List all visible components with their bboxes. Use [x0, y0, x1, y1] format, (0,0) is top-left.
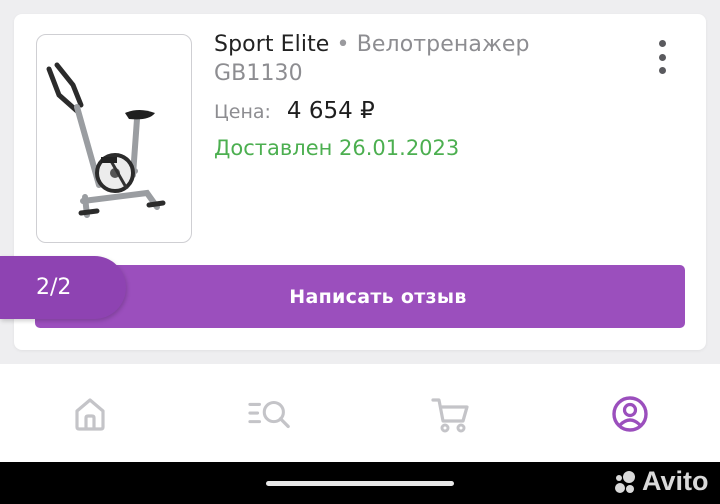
price-value: 4 654 ₽	[286, 98, 375, 124]
page-indicator: 2/2	[0, 256, 126, 319]
nav-home[interactable]	[68, 392, 112, 436]
delivery-status: Доставлен 26.01.2023	[214, 136, 460, 160]
cart-icon	[431, 398, 469, 433]
avito-logo-icon	[615, 470, 635, 493]
product-name-line2: GB1130	[214, 61, 303, 86]
price-row: Цена: 4 654 ₽	[214, 98, 375, 124]
home-gesture-handle[interactable]	[266, 481, 454, 486]
watermark-text: Avito	[642, 466, 709, 496]
nav-cart[interactable]	[428, 392, 472, 436]
exercise-bike-image	[46, 62, 166, 218]
profile-icon	[612, 396, 648, 432]
product-image[interactable]	[36, 34, 192, 243]
nav-search-catalog[interactable]	[248, 392, 292, 436]
avito-watermark: Avito	[612, 466, 709, 497]
bottom-navigation	[0, 364, 720, 462]
price-label: Цена:	[214, 101, 271, 123]
title-separator: •	[336, 32, 350, 57]
write-review-button[interactable]: Написать отзыв	[35, 265, 685, 328]
kebab-menu-icon[interactable]	[654, 40, 670, 74]
product-title[interactable]: Sport Elite • Велотренажер GB1130	[214, 30, 634, 88]
search-catalog-icon	[248, 400, 290, 429]
product-name-line1: Велотренажер	[356, 32, 530, 57]
system-gesture-bar: Avito	[0, 462, 720, 504]
product-brand: Sport Elite	[214, 32, 330, 57]
home-icon	[75, 398, 105, 431]
nav-profile[interactable]	[608, 392, 652, 436]
